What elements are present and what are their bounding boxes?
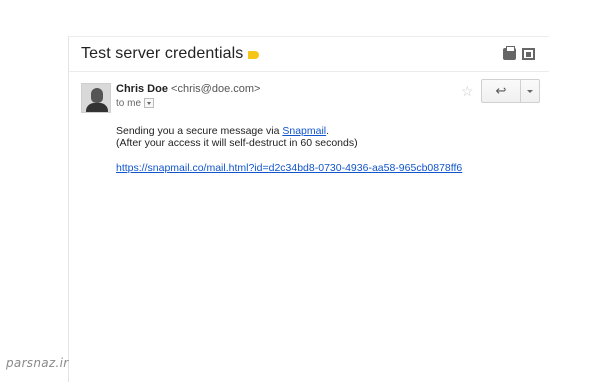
more-actions-button[interactable] xyxy=(521,79,540,103)
thread-actions xyxy=(503,46,535,60)
reply-button[interactable]: ↩ xyxy=(481,79,521,103)
recipient-line: to me xyxy=(116,98,155,109)
avatar xyxy=(81,83,111,113)
reply-group: ↩ xyxy=(481,79,540,103)
sender-name[interactable]: Chris Doe xyxy=(116,83,168,95)
new-window-icon[interactable] xyxy=(522,48,535,60)
recipient-details-icon[interactable] xyxy=(144,98,155,109)
secure-message-link[interactable]: https://snapmail.co/mail.html?id=d2c34bd… xyxy=(116,162,462,174)
subject-row: Test server credentials xyxy=(81,45,535,69)
sender-line: Chris Doe <chris@doe.com> xyxy=(116,83,260,95)
label-tag-icon[interactable] xyxy=(248,51,259,59)
watermark: parsnaz.ir xyxy=(6,356,69,370)
body-line-3: https://snapmail.co/mail.html?id=d2c34bd… xyxy=(116,162,536,174)
star-icon[interactable]: ☆ xyxy=(461,83,474,100)
body-line-2: (After your access it will self-destruct… xyxy=(116,137,358,149)
reply-icon: ↩ xyxy=(495,83,507,98)
recipient-text: to me xyxy=(116,98,142,109)
sender-email: <chris@doe.com> xyxy=(171,83,261,95)
email-view: Test server credentials Chris Doe <chris… xyxy=(68,36,549,382)
body-line-1: Sending you a secure message via Snapmai… xyxy=(116,125,330,137)
email-subject: Test server credentials xyxy=(81,45,244,62)
print-icon[interactable] xyxy=(503,46,516,60)
message-body: Sending you a secure message via Snapmai… xyxy=(116,125,536,174)
snapmail-link[interactable]: Snapmail xyxy=(282,125,326,137)
divider xyxy=(69,71,549,72)
